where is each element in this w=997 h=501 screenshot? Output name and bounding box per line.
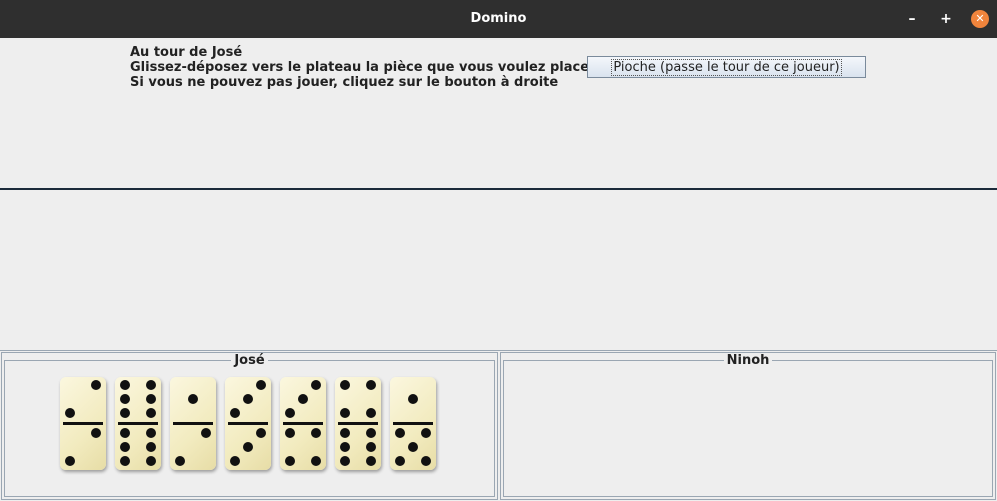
- domino-pip: [366, 380, 376, 390]
- pass-instruction: Si vous ne pouvez pas jouer, cliquez sur…: [130, 75, 559, 90]
- domino-pip: [243, 442, 253, 452]
- domino-pip: [65, 456, 75, 466]
- drag-instruction: Glissez-déposez vers le plateau la pièce…: [130, 60, 596, 75]
- domino-pip: [285, 408, 295, 418]
- domino-pip: [340, 442, 350, 452]
- domino-tile[interactable]: [225, 377, 271, 470]
- domino-pip: [120, 394, 130, 404]
- turn-label: Au tour de José: [130, 45, 243, 60]
- domino-pip: [298, 394, 308, 404]
- board-bottom-divider: [0, 350, 997, 351]
- domino-pip: [146, 394, 156, 404]
- domino-pip: [243, 394, 253, 404]
- pioche-button-label: Pioche (passe le tour de ce joueur): [611, 58, 842, 76]
- domino-pip: [395, 428, 405, 438]
- domino-pip: [311, 428, 321, 438]
- domino-divider: [228, 422, 268, 425]
- domino-pip: [408, 442, 418, 452]
- domino-divider: [393, 422, 433, 425]
- domino-pip: [366, 408, 376, 418]
- domino-pip: [146, 442, 156, 452]
- main-content: Au tour de José Glissez-déposez vers le …: [0, 38, 997, 501]
- domino-pip: [285, 428, 295, 438]
- player-hand-area-ninoh: [503, 360, 993, 497]
- domino-divider: [118, 422, 158, 425]
- domino-pip: [146, 380, 156, 390]
- domino-pip: [340, 456, 350, 466]
- domino-tile[interactable]: [390, 377, 436, 470]
- domino-divider: [173, 422, 213, 425]
- domino-pip: [421, 428, 431, 438]
- domino-pip: [340, 380, 350, 390]
- minimize-button[interactable]: –: [903, 10, 921, 28]
- pioche-button[interactable]: Pioche (passe le tour de ce joueur): [587, 56, 866, 78]
- domino-pip: [311, 456, 321, 466]
- domino-pip: [91, 428, 101, 438]
- domino-pip: [256, 428, 266, 438]
- domino-tile[interactable]: [60, 377, 106, 470]
- window-title: Domino: [470, 11, 527, 26]
- domino-pip: [146, 428, 156, 438]
- domino-pip: [188, 394, 198, 404]
- domino-tile[interactable]: [115, 377, 161, 470]
- domino-pip: [311, 380, 321, 390]
- game-board[interactable]: [0, 190, 997, 350]
- domino-pip: [340, 428, 350, 438]
- domino-divider: [283, 422, 323, 425]
- domino-pip: [120, 408, 130, 418]
- domino-pip: [175, 456, 185, 466]
- domino-pip: [230, 456, 240, 466]
- domino-pip: [285, 456, 295, 466]
- domino-pip: [120, 456, 130, 466]
- title-bar: Domino – + ✕: [0, 0, 997, 38]
- domino-pip: [395, 456, 405, 466]
- domino-pip: [146, 456, 156, 466]
- player-name-ninoh: Ninoh: [723, 353, 773, 368]
- domino-pip: [120, 428, 130, 438]
- domino-pip: [340, 408, 350, 418]
- instructions: Au tour de José Glissez-déposez vers le …: [130, 45, 595, 90]
- player-name-jose: José: [231, 353, 268, 368]
- domino-pip: [421, 456, 431, 466]
- domino-pip: [120, 442, 130, 452]
- domino-pip: [230, 408, 240, 418]
- domino-divider: [63, 422, 103, 425]
- player-panel-jose: José: [1, 352, 498, 500]
- domino-pip: [146, 408, 156, 418]
- domino-tile[interactable]: [335, 377, 381, 470]
- domino-pip: [256, 380, 266, 390]
- domino-tile[interactable]: [170, 377, 216, 470]
- player-panel-ninoh: Ninoh: [500, 352, 996, 500]
- domino-pip: [120, 380, 130, 390]
- domino-pip: [366, 442, 376, 452]
- domino-tile[interactable]: [280, 377, 326, 470]
- domino-pip: [408, 394, 418, 404]
- domino-pip: [201, 428, 211, 438]
- domino-divider: [338, 422, 378, 425]
- domino-pip: [366, 456, 376, 466]
- domino-pip: [91, 380, 101, 390]
- domino-pip: [366, 428, 376, 438]
- domino-pip: [65, 408, 75, 418]
- maximize-button[interactable]: +: [937, 10, 955, 28]
- close-button[interactable]: ✕: [971, 10, 989, 28]
